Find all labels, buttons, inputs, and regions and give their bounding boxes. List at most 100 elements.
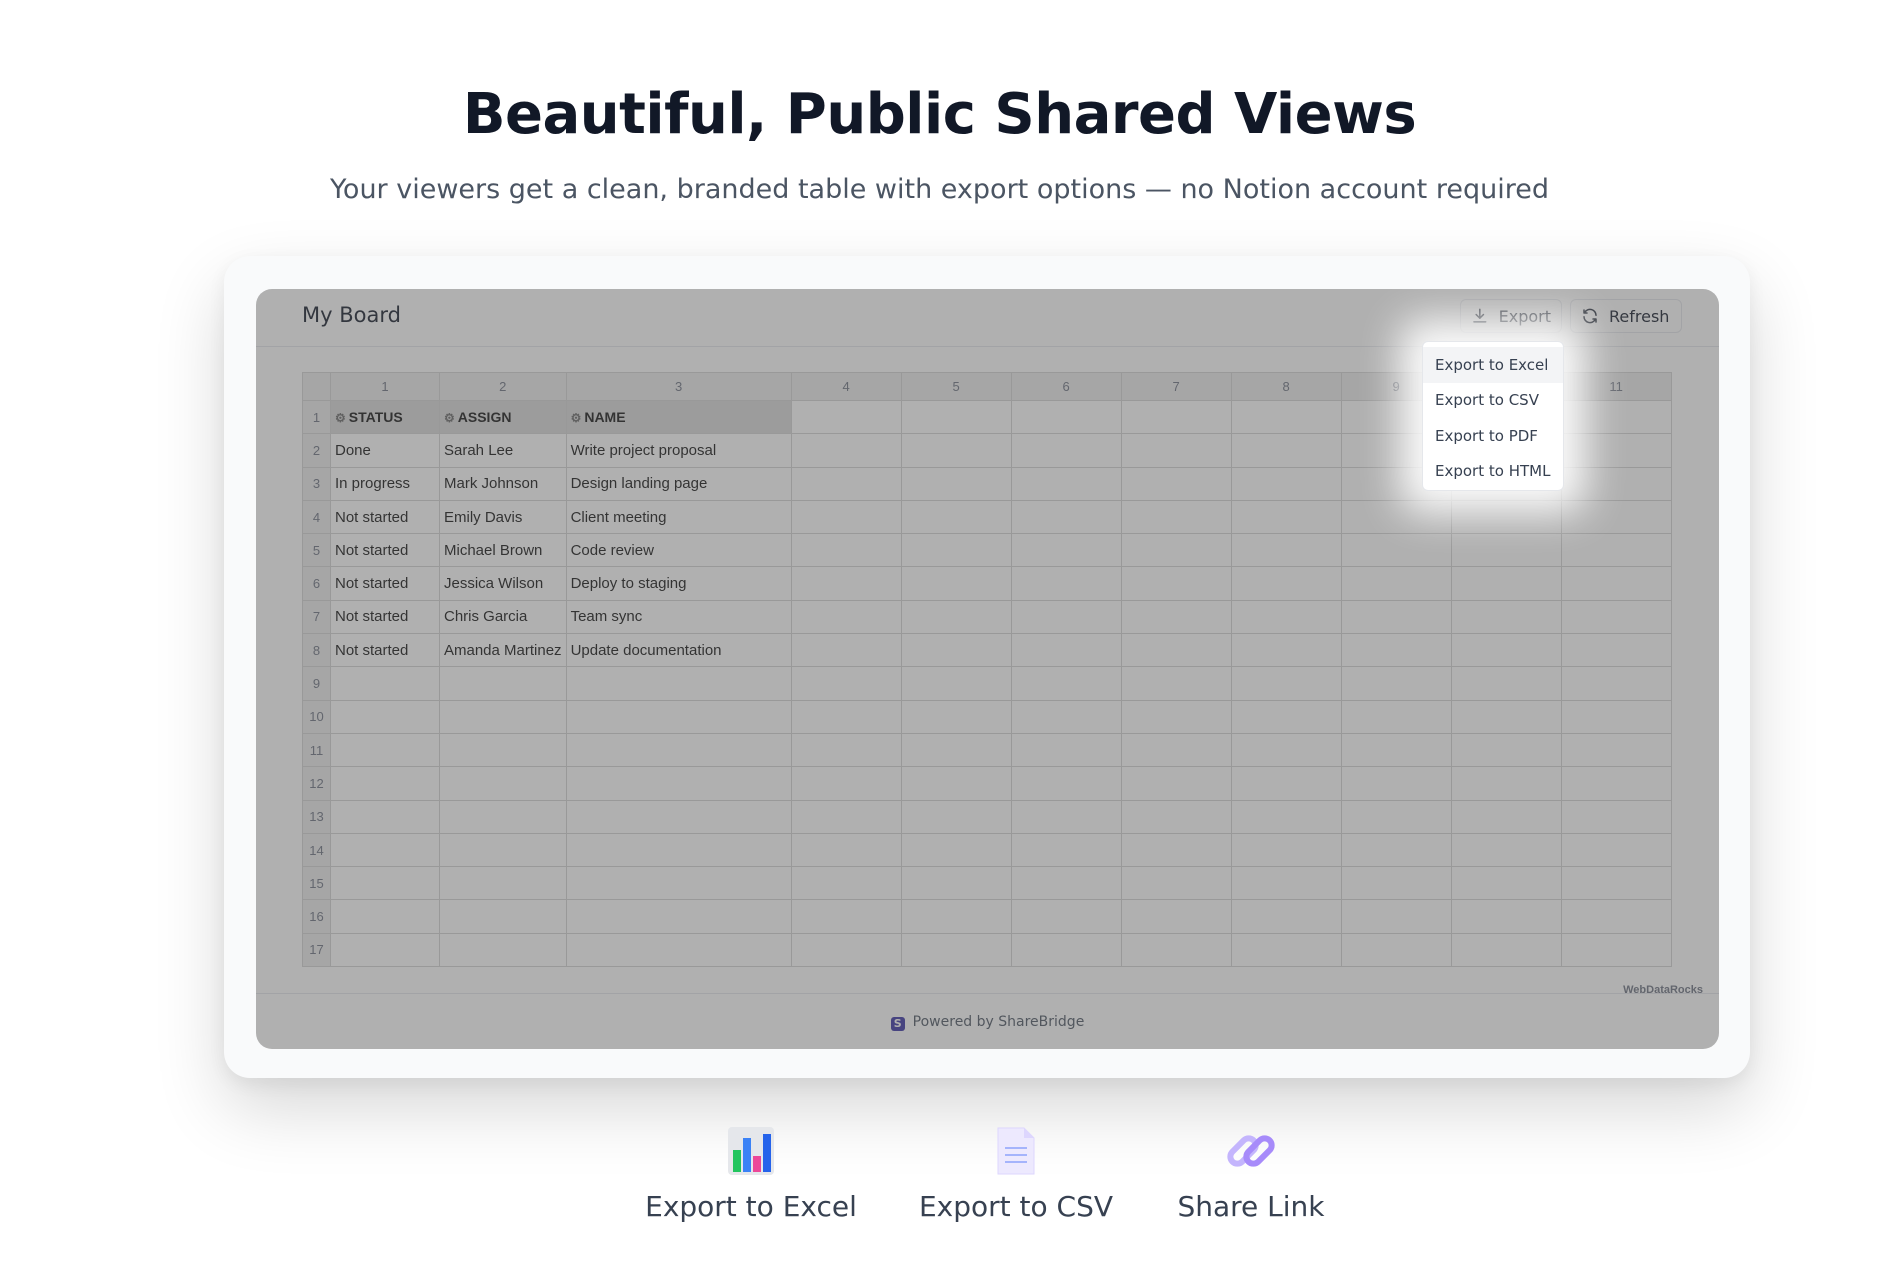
grid-cell[interactable]: Not started	[330, 533, 440, 568]
empty-cell[interactable]	[1230, 399, 1342, 435]
empty-cell[interactable]	[565, 699, 792, 734]
column-header[interactable]: 4	[790, 372, 902, 401]
empty-cell[interactable]	[1230, 799, 1342, 834]
empty-cell[interactable]	[900, 866, 1012, 901]
row-number[interactable]: 11	[302, 732, 331, 768]
empty-cell[interactable]	[790, 433, 902, 468]
column-header[interactable]: 5	[900, 372, 1012, 401]
empty-cell[interactable]	[565, 866, 792, 901]
empty-cell[interactable]	[565, 932, 792, 968]
row-number[interactable]: 10	[302, 699, 331, 734]
empty-cell[interactable]	[1120, 433, 1232, 468]
empty-cell[interactable]	[1340, 932, 1452, 968]
empty-cell[interactable]	[790, 599, 902, 635]
grid-cell[interactable]: Chris Garcia	[439, 599, 567, 635]
empty-cell[interactable]	[900, 932, 1012, 968]
empty-cell[interactable]	[1450, 932, 1562, 968]
empty-cell[interactable]	[1230, 666, 1342, 701]
empty-cell[interactable]	[439, 766, 567, 801]
empty-cell[interactable]	[900, 433, 1012, 468]
empty-cell[interactable]	[330, 732, 440, 768]
empty-cell[interactable]	[900, 899, 1012, 934]
row-number[interactable]: 15	[302, 866, 331, 901]
empty-cell[interactable]	[330, 832, 440, 868]
empty-cell[interactable]	[1010, 599, 1122, 635]
empty-cell[interactable]	[790, 799, 902, 834]
empty-cell[interactable]	[565, 799, 792, 834]
empty-cell[interactable]	[1120, 932, 1232, 968]
row-number[interactable]: 8	[302, 633, 331, 668]
empty-cell[interactable]	[1120, 899, 1232, 934]
empty-cell[interactable]	[1450, 533, 1562, 568]
empty-cell[interactable]	[1010, 633, 1122, 668]
empty-cell[interactable]	[1230, 499, 1342, 535]
row-number[interactable]: 6	[302, 566, 331, 601]
empty-cell[interactable]	[1010, 433, 1122, 468]
menu-item-export-csv[interactable]: Export to CSV	[1423, 383, 1563, 419]
empty-cell[interactable]	[1230, 866, 1342, 901]
field-header[interactable]: ⚙ NAME	[565, 399, 792, 435]
empty-cell[interactable]	[1560, 699, 1672, 734]
empty-cell[interactable]	[900, 466, 1012, 501]
empty-cell[interactable]	[1450, 732, 1562, 768]
empty-cell[interactable]	[900, 633, 1012, 668]
empty-cell[interactable]	[1340, 499, 1452, 535]
empty-cell[interactable]	[790, 832, 902, 868]
empty-cell[interactable]	[1010, 766, 1122, 801]
empty-cell[interactable]	[1450, 499, 1562, 535]
empty-cell[interactable]	[1010, 732, 1122, 768]
empty-cell[interactable]	[1120, 866, 1232, 901]
empty-cell[interactable]	[439, 699, 567, 734]
empty-cell[interactable]	[1560, 566, 1672, 601]
empty-cell[interactable]	[1120, 566, 1232, 601]
empty-cell[interactable]	[1560, 499, 1672, 535]
grid-cell[interactable]: Amanda Martinez	[439, 633, 567, 668]
row-number[interactable]: 4	[302, 499, 331, 535]
empty-cell[interactable]	[1230, 566, 1342, 601]
empty-cell[interactable]	[1010, 932, 1122, 968]
grid-cell[interactable]: Sarah Lee	[439, 433, 567, 468]
empty-cell[interactable]	[1340, 599, 1452, 635]
powered-by[interactable]: S Powered by ShareBridge	[256, 1014, 1719, 1031]
empty-cell[interactable]	[1230, 932, 1342, 968]
empty-cell[interactable]	[1230, 699, 1342, 734]
grid-cell[interactable]: Jessica Wilson	[439, 566, 567, 601]
row-number[interactable]: 12	[302, 766, 331, 801]
empty-cell[interactable]	[330, 866, 440, 901]
gear-icon[interactable]: ⚙	[335, 411, 346, 425]
empty-cell[interactable]	[330, 899, 440, 934]
row-number[interactable]: 13	[302, 799, 331, 834]
column-header[interactable]: 6	[1010, 372, 1122, 401]
empty-cell[interactable]	[1340, 799, 1452, 834]
empty-cell[interactable]	[1340, 732, 1452, 768]
gear-icon[interactable]: ⚙	[571, 411, 582, 425]
empty-cell[interactable]	[1560, 932, 1672, 968]
empty-cell[interactable]	[1010, 866, 1122, 901]
empty-cell[interactable]	[1010, 533, 1122, 568]
empty-cell[interactable]	[790, 499, 902, 535]
empty-cell[interactable]	[1340, 699, 1452, 734]
grid-cell[interactable]: Code review	[565, 533, 792, 568]
column-header[interactable]: 8	[1230, 372, 1342, 401]
empty-cell[interactable]	[1230, 533, 1342, 568]
menu-item-export-html[interactable]: Export to HTML	[1423, 454, 1563, 490]
empty-cell[interactable]	[1450, 599, 1562, 635]
empty-cell[interactable]	[565, 666, 792, 701]
empty-cell[interactable]	[790, 666, 902, 701]
empty-cell[interactable]	[1010, 832, 1122, 868]
empty-cell[interactable]	[565, 766, 792, 801]
refresh-button[interactable]: Refresh	[1570, 299, 1682, 333]
empty-cell[interactable]	[790, 866, 902, 901]
empty-cell[interactable]	[1450, 799, 1562, 834]
empty-cell[interactable]	[1120, 832, 1232, 868]
empty-cell[interactable]	[1450, 766, 1562, 801]
empty-cell[interactable]	[1340, 566, 1452, 601]
row-number[interactable]: 2	[302, 433, 331, 468]
empty-cell[interactable]	[1560, 599, 1672, 635]
empty-cell[interactable]	[439, 866, 567, 901]
empty-cell[interactable]	[1230, 732, 1342, 768]
empty-cell[interactable]	[565, 732, 792, 768]
empty-cell[interactable]	[1010, 899, 1122, 934]
empty-cell[interactable]	[439, 732, 567, 768]
empty-cell[interactable]	[1560, 832, 1672, 868]
